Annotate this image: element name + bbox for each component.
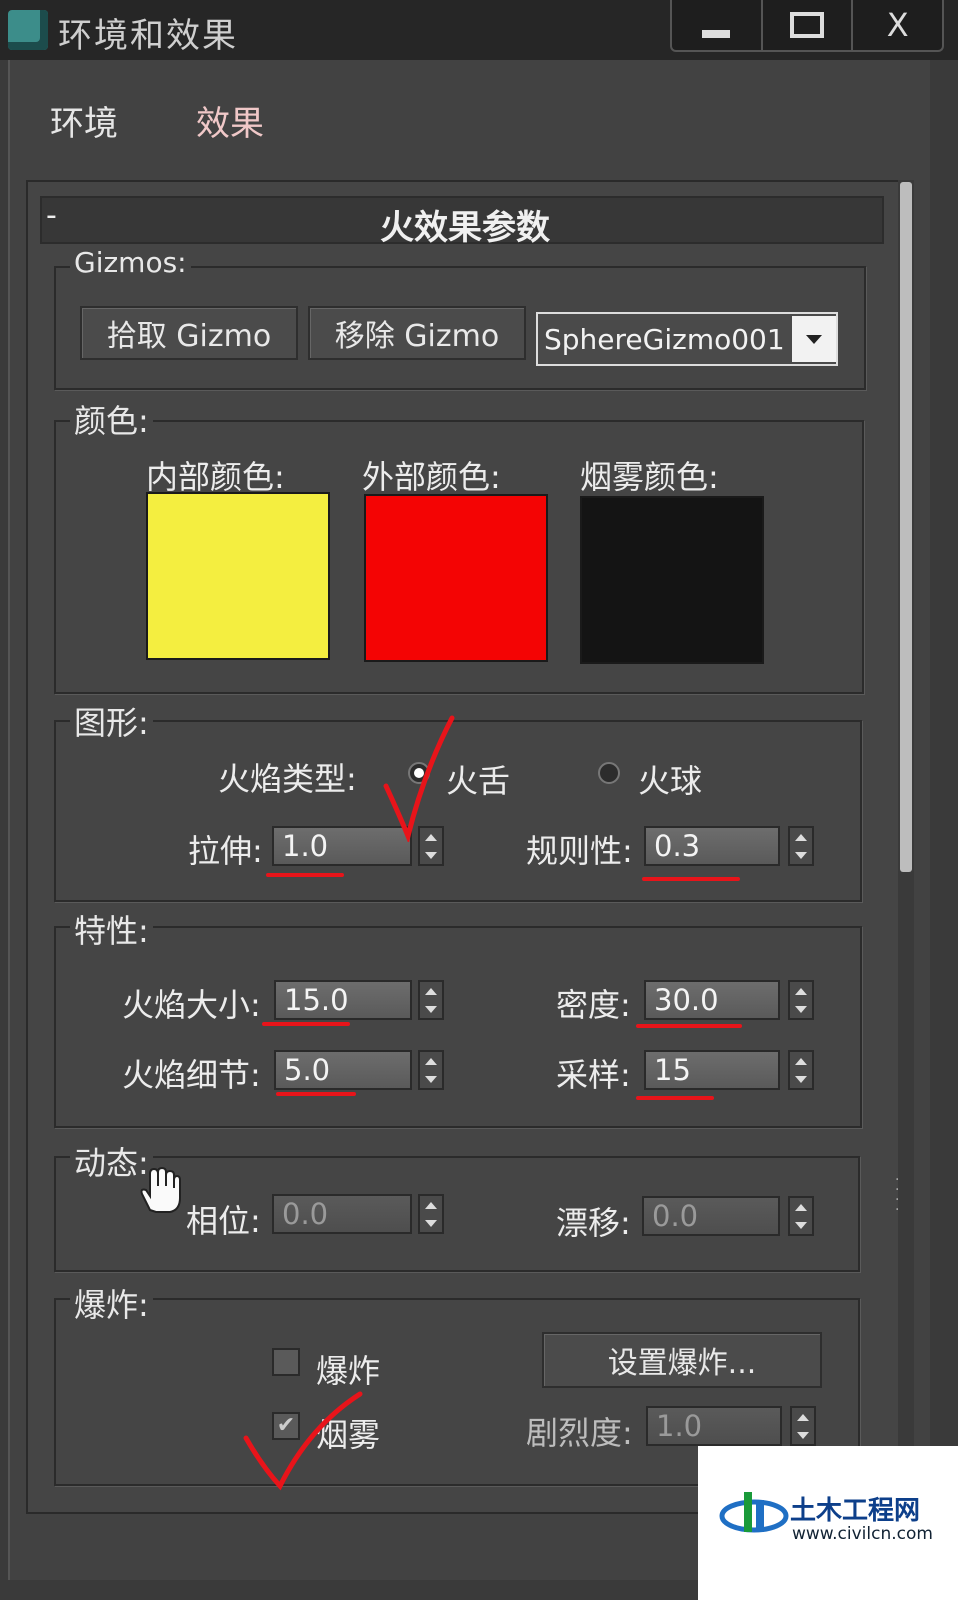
inner-color-swatch[interactable] [146, 492, 330, 660]
smoke-color-swatch[interactable] [580, 496, 764, 664]
flame-type-fireball-radio[interactable] [598, 762, 620, 784]
pick-gizmo-button[interactable]: 拾取 Gizmo [80, 306, 298, 360]
samples-label: 采样: [556, 1056, 631, 1094]
annotation-checkmark [243, 1391, 363, 1491]
watermark-logo-icon [719, 1492, 789, 1533]
minimize-button[interactable] [672, 0, 763, 50]
tab-environment[interactable]: 环境 [50, 96, 118, 145]
outer-color-swatch[interactable] [364, 494, 548, 662]
fury-label: 剧烈度: [526, 1414, 633, 1452]
rollout-title: 火效果参数 [380, 208, 550, 248]
gizmo-select[interactable]: SphereGizmo001 [536, 312, 838, 366]
phase-input[interactable]: 0.0 [272, 1194, 412, 1234]
gizmos-label: Gizmos: [70, 246, 191, 279]
drift-input[interactable]: 0.0 [642, 1196, 780, 1236]
app-icon [8, 10, 48, 50]
window-controls: X [670, 0, 944, 52]
close-icon: X [886, 6, 909, 44]
watermark-url: www.civilcn.com [792, 1524, 933, 1544]
drift-label: 漂移: [556, 1204, 631, 1242]
annotation-underline [266, 873, 344, 877]
annotation-underline [262, 1022, 350, 1026]
fury-spinner[interactable] [790, 1406, 816, 1446]
regularity-label: 规则性: [526, 832, 633, 870]
flame-size-label: 火焰大小: [122, 986, 261, 1024]
regularity-input[interactable]: 0.3 [644, 826, 780, 866]
explosion-label: 爆炸: [70, 1280, 153, 1326]
density-spinner[interactable] [788, 980, 814, 1020]
flame-type-label: 火焰类型: [218, 760, 357, 798]
annotation-underline [636, 1024, 742, 1028]
colors-label: 颜色: [70, 396, 153, 442]
shape-label: 图形: [70, 698, 153, 744]
chevron-down-icon[interactable] [792, 316, 836, 362]
annotation-underline [642, 877, 740, 881]
maximize-icon [790, 12, 824, 38]
minimize-icon [702, 30, 731, 38]
regularity-spinner[interactable] [788, 826, 814, 866]
close-button[interactable]: X [853, 0, 942, 50]
flame-detail-label: 火焰细节: [122, 1056, 261, 1094]
scrollbar-thumb[interactable] [900, 182, 912, 872]
setup-explosion-button[interactable]: 设置爆炸... [542, 1332, 822, 1388]
smoke-color-label: 烟雾颜色: [580, 458, 719, 496]
window-title: 环境和效果 [58, 16, 238, 56]
flame-detail-input[interactable]: 5.0 [274, 1050, 412, 1090]
flame-type-fireball-label[interactable]: 火球 [638, 756, 702, 802]
drift-spinner[interactable] [788, 1196, 814, 1236]
density-label: 密度: [556, 986, 631, 1024]
outer-color-label: 外部颜色: [362, 458, 501, 496]
density-input[interactable]: 30.0 [644, 980, 780, 1020]
remove-gizmo-button[interactable]: 移除 Gizmo [308, 306, 526, 360]
samples-input[interactable]: 15 [644, 1050, 780, 1090]
explode-checkbox[interactable] [272, 1348, 300, 1376]
annotation-checkmark [383, 715, 455, 842]
flame-size-input[interactable]: 15.0 [274, 980, 412, 1020]
collapse-icon[interactable]: - [46, 198, 57, 233]
maximize-button[interactable] [763, 0, 854, 50]
annotation-underline [276, 1092, 356, 1096]
flame-size-spinner[interactable] [418, 980, 444, 1020]
fury-input[interactable]: 1.0 [646, 1406, 782, 1446]
resize-grip-icon[interactable]: · · · · [895, 1173, 899, 1217]
gizmo-select-value: SphereGizmo001 [544, 322, 785, 356]
flame-detail-spinner[interactable] [418, 1050, 444, 1090]
tab-effects[interactable]: 效果 [196, 96, 264, 145]
annotation-underline [636, 1096, 714, 1100]
hand-cursor-icon [140, 1166, 181, 1213]
stretch-label: 拉伸: [188, 832, 263, 870]
characteristics-label: 特性: [70, 906, 153, 952]
watermark-name: 土木工程网 [790, 1496, 921, 1526]
phase-label: 相位: [186, 1202, 261, 1240]
phase-spinner[interactable] [418, 1194, 444, 1234]
samples-spinner[interactable] [788, 1050, 814, 1090]
